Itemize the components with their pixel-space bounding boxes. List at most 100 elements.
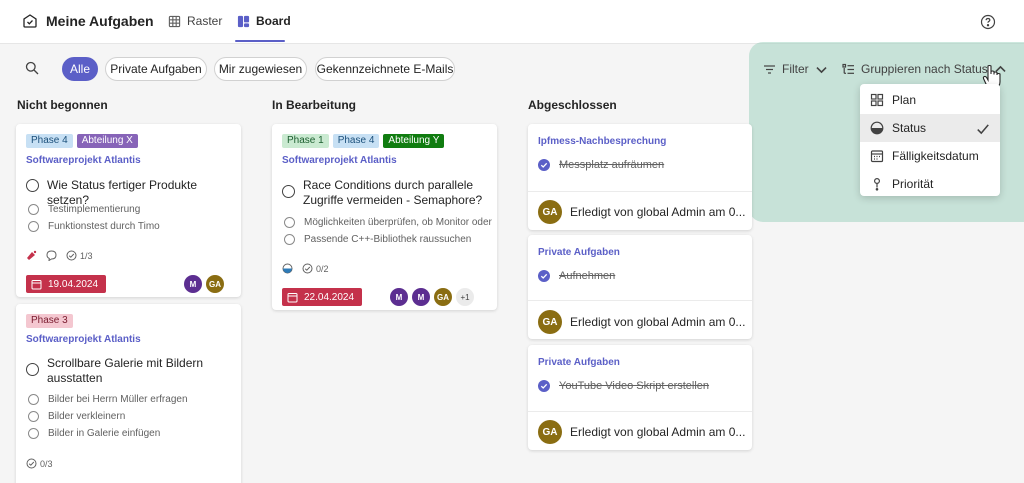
completed-task-title: Messplatz aufräumen (538, 159, 664, 171)
task-complete-checkbox[interactable] (282, 185, 295, 198)
task-labels: Phase 1 Phase 4 Abteilung Y (282, 134, 445, 148)
active-tab-indicator (235, 40, 285, 42)
task-meta: 1/3 (26, 250, 93, 261)
calendar-icon (31, 279, 42, 289)
avatar[interactable]: GA (206, 275, 224, 293)
avatar[interactable]: M (390, 288, 408, 306)
checklist-checkbox[interactable] (284, 234, 295, 245)
filter-chip-all[interactable]: Alle (62, 57, 98, 81)
completed-check-icon[interactable] (538, 270, 550, 282)
completed-by: GA Erledigt von global Admin am 0... (538, 200, 745, 224)
check-circle-icon (26, 458, 37, 469)
chevron-down-icon (816, 66, 827, 73)
checklist-checkbox[interactable] (284, 217, 295, 228)
checklist-item[interactable]: Möglichkeiten überprüfen, ob Monitor ode… (284, 217, 492, 228)
more-assignees-badge[interactable]: +1 (456, 288, 474, 306)
filter-icon (764, 64, 775, 74)
avatar[interactable]: M (184, 275, 202, 293)
checklist-item[interactable]: Funktionstest durch Timo (28, 221, 160, 232)
help-icon[interactable] (980, 14, 996, 30)
task-meta: 0/3 (26, 458, 53, 469)
group-option-label: Priorität (892, 177, 934, 191)
search-icon[interactable] (25, 61, 39, 75)
comment-icon (46, 250, 57, 261)
group-list-icon (842, 63, 854, 74)
task-complete-checkbox[interactable] (26, 363, 39, 376)
task-meta: 0/2 (282, 263, 329, 274)
group-option-priority[interactable]: Priorität (860, 170, 1000, 198)
checklist-checkbox[interactable] (28, 428, 39, 439)
avatar[interactable]: GA (538, 310, 562, 334)
project-name: Softwareprojekt Atlantis (26, 155, 141, 166)
tab-raster[interactable]: Raster (168, 14, 222, 28)
assignee-list: M GA (184, 275, 224, 293)
plan-name: Private Aufgaben (538, 357, 620, 368)
completed-check-icon[interactable] (538, 380, 550, 392)
calendar-icon (870, 150, 884, 163)
app-title: Meine Aufgaben (22, 13, 154, 29)
filter-label: Filter (782, 62, 809, 76)
completed-by: GA Erledigt von global Admin am 0... (538, 420, 745, 444)
grid-icon (870, 93, 884, 107)
task-card[interactable]: Phase 4 Abteilung X Softwareprojekt Atla… (16, 124, 241, 297)
task-title: Scrollbare Galerie mit Bildern ausstatte… (47, 356, 204, 385)
filter-chip-flagged-emails[interactable]: Gekennzeichnete E-Mails (315, 57, 455, 81)
filter-button[interactable]: Filter (763, 62, 828, 76)
checklist-item[interactable]: Bilder bei Herrn Müller erfragen (28, 394, 188, 405)
checkmark-icon (977, 124, 989, 135)
checklist-checkbox[interactable] (28, 204, 39, 215)
task-complete-checkbox[interactable] (26, 179, 39, 192)
avatar[interactable]: GA (434, 288, 452, 306)
plan-name: Ipfmess-Nachbesprechung (538, 136, 667, 147)
half-circle-icon (870, 121, 884, 135)
group-option-label: Fälligkeitsdatum (892, 149, 979, 163)
due-date-badge: 19.04.2024 (26, 275, 107, 293)
checklist-checkbox[interactable] (28, 411, 39, 422)
completed-check-icon[interactable] (538, 159, 550, 171)
tab-board-label: Board (256, 14, 291, 28)
task-card[interactable]: Phase 1 Phase 4 Abteilung Y Softwareproj… (272, 124, 497, 310)
checklist-item[interactable]: Bilder verkleinern (28, 411, 125, 422)
checklist-item[interactable]: Bilder in Galerie einfügen (28, 428, 160, 439)
checklist-progress: 1/3 (66, 250, 93, 261)
completed-task-card[interactable]: Private Aufgaben YouTube Video Skript er… (528, 345, 752, 450)
column-title-completed: Abgeschlossen (528, 98, 617, 112)
group-option-status[interactable]: Status (860, 114, 1000, 142)
checklist-checkbox[interactable] (28, 394, 39, 405)
task-card[interactable]: Phase 3 Softwareprojekt Atlantis Scrollb… (16, 304, 241, 483)
task-labels: Phase 3 (26, 314, 73, 328)
group-option-due-date[interactable]: Fälligkeitsdatum (860, 142, 1000, 170)
avatar[interactable]: M (412, 288, 430, 306)
assignee-list: M M GA +1 (390, 288, 474, 306)
check-circle-icon (302, 263, 313, 274)
tab-board[interactable]: Board (237, 14, 291, 28)
filter-chip-assigned-to-me[interactable]: Mir zugewiesen (214, 57, 307, 81)
checklist-item[interactable]: Passende C++-Bibliothek raussuchen (284, 234, 471, 245)
in-progress-icon (282, 263, 293, 274)
top-bar: Meine Aufgaben Raster Board (0, 0, 1024, 44)
task-labels: Phase 4 Abteilung X (26, 134, 138, 148)
checklist-progress: 0/3 (26, 458, 53, 469)
task-label: Phase 1 (282, 134, 329, 148)
task-label: Phase 4 (26, 134, 73, 148)
group-option-plan[interactable]: Plan (860, 86, 1000, 114)
avatar[interactable]: GA (538, 420, 562, 444)
completed-task-title: Aufnehmen (538, 270, 615, 282)
board-view-icon (237, 15, 250, 27)
check-circle-icon (66, 250, 77, 261)
task-label: Phase 3 (26, 314, 73, 328)
filter-chip-private-tasks[interactable]: Private Aufgaben (105, 57, 207, 81)
my-tasks-icon (23, 14, 37, 28)
group-option-label: Status (892, 121, 927, 135)
completed-task-title: YouTube Video Skript erstellen (538, 380, 709, 392)
avatar[interactable]: GA (538, 200, 562, 224)
task-title: Race Conditions durch parallele Zugriffe… (303, 178, 483, 207)
calendar-icon (287, 292, 298, 302)
due-date-badge: 22.04.2024 (282, 288, 363, 306)
completed-task-card[interactable]: Private Aufgaben Aufnehmen GA Erledigt v… (528, 235, 752, 339)
checklist-item[interactable]: Testimplementierung (28, 204, 140, 215)
completed-task-card[interactable]: Ipfmess-Nachbesprechung Messplatz aufräu… (528, 124, 752, 230)
group-option-label: Plan (892, 93, 917, 107)
checklist-checkbox[interactable] (28, 221, 39, 232)
tab-raster-label: Raster (187, 14, 223, 28)
